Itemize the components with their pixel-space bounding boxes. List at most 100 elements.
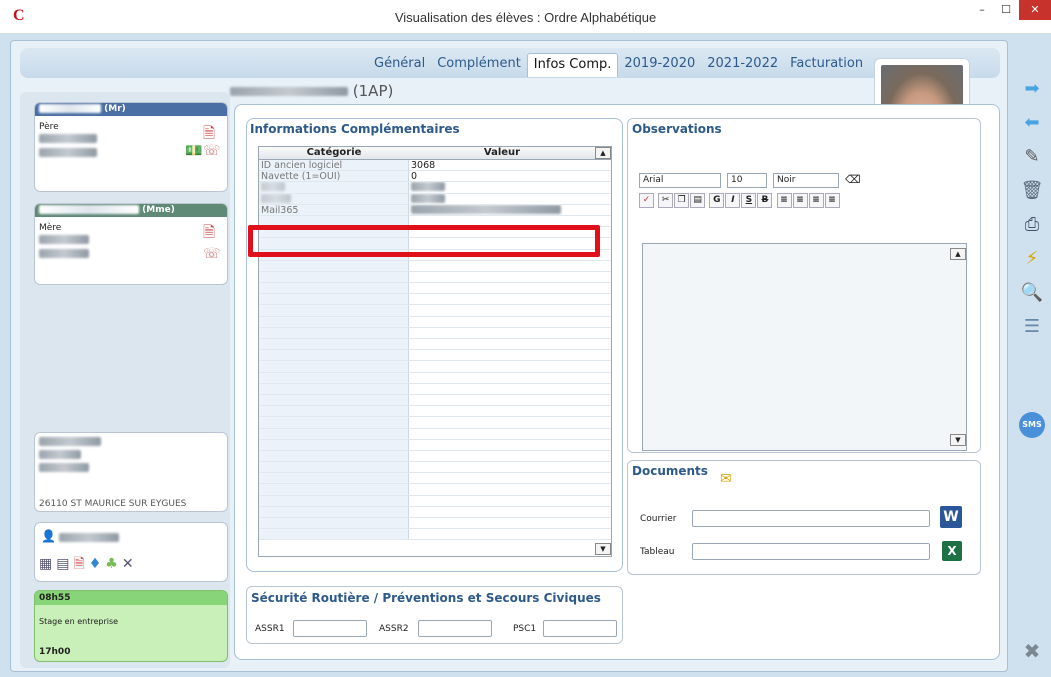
value-cell[interactable] bbox=[409, 451, 595, 461]
value-cell[interactable] bbox=[409, 283, 595, 293]
value-cell[interactable] bbox=[409, 406, 595, 416]
col-category[interactable]: Catégorie bbox=[259, 147, 409, 159]
value-cell[interactable] bbox=[409, 261, 595, 271]
value-cell[interactable] bbox=[409, 484, 595, 494]
value-cell[interactable]: 0 bbox=[409, 171, 595, 181]
underline-icon[interactable]: S bbox=[741, 193, 757, 208]
table-row[interactable] bbox=[259, 428, 611, 440]
value-cell[interactable] bbox=[409, 294, 595, 304]
search-icon[interactable]: 🔍 bbox=[1018, 280, 1046, 306]
bold-icon[interactable]: G bbox=[709, 193, 725, 208]
table-row[interactable] bbox=[259, 495, 611, 507]
courrier-field[interactable] bbox=[692, 510, 930, 527]
excel-icon[interactable]: X bbox=[942, 541, 962, 561]
calendar-icon[interactable]: ▦ bbox=[39, 556, 56, 572]
observations-editor[interactable]: ▲ ▼ bbox=[642, 243, 967, 451]
table-row[interactable] bbox=[259, 361, 611, 373]
tab-2021-2022[interactable]: 2021-2022 bbox=[701, 53, 784, 77]
table-row[interactable] bbox=[259, 305, 611, 317]
strike-icon[interactable]: B bbox=[757, 193, 773, 208]
prev-arrow-icon[interactable]: ⬅ bbox=[1018, 110, 1046, 136]
close-tools-icon[interactable]: ✖ bbox=[1018, 638, 1046, 664]
assr1-field[interactable] bbox=[293, 620, 367, 637]
value-cell[interactable] bbox=[409, 193, 595, 204]
table-row[interactable] bbox=[259, 383, 611, 395]
table-row[interactable] bbox=[259, 462, 611, 474]
scroll-down-button[interactable]: ▼ bbox=[595, 543, 611, 555]
table-row[interactable]: ID ancien logiciel 3068 bbox=[259, 160, 611, 172]
value-cell[interactable] bbox=[409, 440, 595, 450]
value-cell[interactable] bbox=[409, 182, 595, 192]
minimize-button[interactable]: – bbox=[970, 0, 994, 20]
value-cell[interactable] bbox=[409, 462, 595, 472]
pdf-icon[interactable]: 🗎 bbox=[73, 556, 88, 572]
maximize-button[interactable]: ☐ bbox=[994, 0, 1018, 20]
value-cell[interactable] bbox=[409, 373, 595, 383]
table-row[interactable] bbox=[259, 339, 611, 351]
value-cell[interactable]: 3068 bbox=[409, 160, 595, 170]
tools-icon[interactable]: ✕ bbox=[122, 556, 138, 572]
table-row[interactable] bbox=[259, 294, 611, 306]
bottle-icon[interactable]: ♦ bbox=[89, 556, 106, 572]
table-row[interactable] bbox=[259, 484, 611, 496]
psc1-field[interactable] bbox=[543, 620, 617, 637]
align-left-icon[interactable]: ≡ bbox=[776, 193, 792, 208]
table-row[interactable] bbox=[259, 394, 611, 407]
cubes-icon[interactable]: ♣ bbox=[105, 556, 122, 572]
table-row[interactable] bbox=[259, 260, 611, 272]
table-row[interactable] bbox=[259, 439, 611, 451]
close-button[interactable]: ✕ bbox=[1019, 0, 1051, 20]
tab-facturation[interactable]: Facturation bbox=[784, 53, 869, 77]
money-icon[interactable]: 💵 bbox=[185, 143, 202, 159]
tab-2019-2020[interactable]: 2019-2020 bbox=[618, 53, 701, 77]
table-row[interactable] bbox=[259, 406, 611, 418]
sms-icon[interactable]: SMS bbox=[1019, 412, 1045, 438]
spell-check-icon[interactable]: ✓ bbox=[639, 193, 654, 208]
value-cell[interactable] bbox=[409, 339, 595, 349]
table-row[interactable]: Navette (1=OUI) 0 bbox=[259, 171, 611, 183]
edit-pen-icon[interactable]: ✎ bbox=[1018, 144, 1046, 170]
cut-icon[interactable]: ✂ bbox=[658, 193, 674, 208]
size-select[interactable]: 10 bbox=[727, 173, 767, 188]
table-row[interactable] bbox=[259, 283, 611, 295]
phone-icon[interactable]: ☏ bbox=[203, 246, 221, 262]
table-row[interactable] bbox=[259, 529, 611, 541]
table-row[interactable] bbox=[259, 271, 611, 284]
value-cell[interactable] bbox=[409, 350, 595, 360]
table-row[interactable] bbox=[259, 350, 611, 362]
tab-infos-comp[interactable]: Infos Comp. bbox=[526, 53, 619, 77]
value-cell[interactable] bbox=[409, 496, 595, 506]
table-row[interactable] bbox=[259, 473, 611, 485]
align-right-icon[interactable]: ≡ bbox=[808, 193, 824, 208]
value-cell[interactable] bbox=[409, 317, 595, 327]
word-icon[interactable]: W bbox=[940, 506, 962, 528]
print-icon[interactable]: ⎙ bbox=[1018, 212, 1046, 238]
col-value[interactable]: Valeur bbox=[409, 147, 595, 159]
value-cell[interactable] bbox=[409, 473, 595, 483]
color-select[interactable]: Noir bbox=[773, 173, 839, 188]
value-cell[interactable] bbox=[409, 328, 595, 338]
value-cell[interactable] bbox=[409, 518, 595, 528]
paste-icon[interactable]: ▤ bbox=[690, 193, 706, 208]
value-cell[interactable] bbox=[409, 305, 595, 315]
table-row[interactable] bbox=[259, 518, 611, 530]
font-select[interactable]: Arial bbox=[639, 173, 721, 188]
table-row[interactable] bbox=[259, 506, 611, 518]
table-row[interactable] bbox=[259, 372, 611, 384]
table-row[interactable]: Mail365 bbox=[259, 204, 611, 216]
value-cell[interactable] bbox=[409, 395, 595, 405]
table-row[interactable] bbox=[259, 327, 611, 339]
eraser-icon[interactable]: ⌫ bbox=[845, 173, 861, 188]
justify-icon[interactable]: ≡ bbox=[824, 193, 840, 208]
list-icon[interactable]: ☰ bbox=[1018, 314, 1046, 340]
next-arrow-icon[interactable]: ➡ bbox=[1018, 76, 1046, 102]
envelope-icon[interactable]: ✉ bbox=[720, 471, 732, 487]
table-row[interactable] bbox=[259, 316, 611, 328]
tableau-field[interactable] bbox=[692, 543, 930, 560]
export-icon[interactable]: ⚡ bbox=[1018, 246, 1046, 272]
value-cell[interactable] bbox=[409, 384, 595, 394]
scroll-up-button[interactable]: ▲ bbox=[950, 248, 966, 260]
value-cell[interactable] bbox=[409, 272, 595, 282]
assr2-field[interactable] bbox=[418, 620, 492, 637]
trash-icon[interactable]: 🗑 bbox=[1018, 178, 1046, 204]
